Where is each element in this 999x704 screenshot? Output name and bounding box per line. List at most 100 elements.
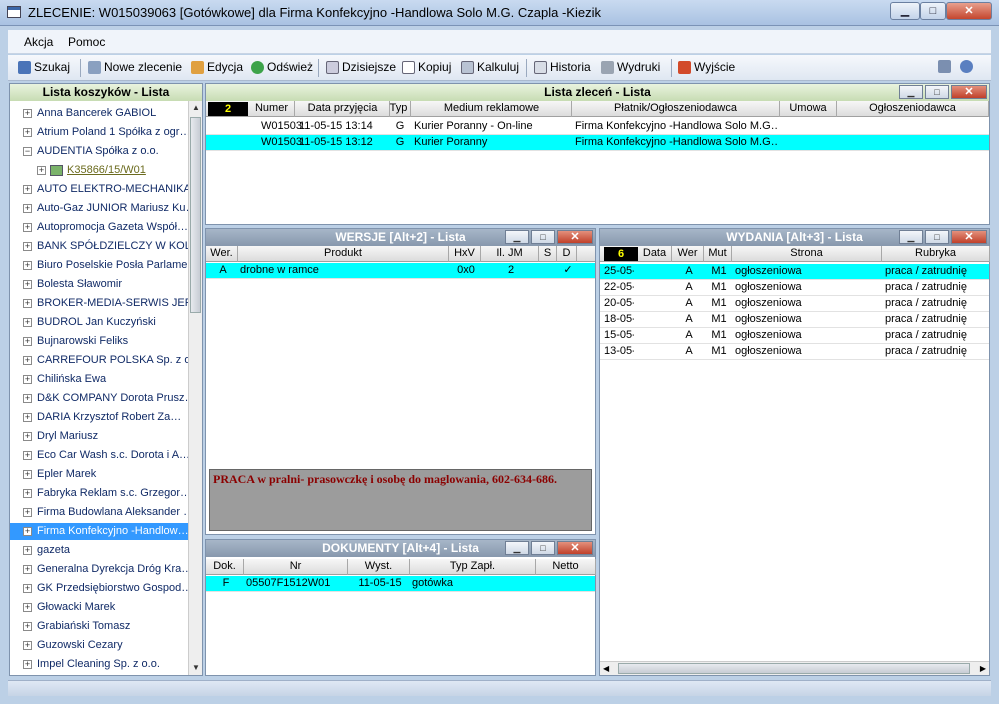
column-header[interactable]: S [539, 246, 557, 262]
refresh-button[interactable]: Odśwież [251, 60, 313, 74]
tree-item[interactable]: + Autopromocja Gazeta Współ… [10, 219, 188, 236]
tree-item[interactable]: + GK Przedsiębiorstwo Gospod… [10, 580, 188, 597]
minimize-icon[interactable]: ▁ [899, 230, 923, 244]
issue-row[interactable]: 22-05-15(Pi) A M1 ogłoszeniowa praca / zatru… [600, 280, 989, 296]
tree-item[interactable]: + Auto-Gaz JUNIOR Mariusz Ku… [10, 200, 188, 217]
tree-item[interactable]: + Bolesta Sławomir [10, 276, 188, 293]
tree-scrollbar[interactable]: ▲ ▼ [188, 101, 202, 675]
exit-button[interactable]: Wyjście [678, 60, 735, 74]
expand-toggle-icon[interactable]: + [23, 299, 32, 308]
maximize-button[interactable]: □ [920, 2, 946, 20]
expand-toggle-icon[interactable]: + [23, 546, 32, 555]
column-header[interactable]: Wyst. [348, 559, 410, 575]
expand-toggle-icon[interactable]: + [23, 508, 32, 517]
column-header[interactable]: Produkt [238, 246, 449, 262]
tree-item[interactable]: + Fabryka Reklam s.c. Grzegor… [10, 485, 188, 502]
calculate-button[interactable]: Kalkuluj [461, 60, 519, 74]
ad-text-box[interactable]: PRACA w pralni- prasowczkę i osobę do ma… [209, 469, 592, 531]
tree-item[interactable]: + Chilińska Ewa [10, 371, 188, 388]
tree-item[interactable]: + AUTO ELEKTRO-MECHANIKA… [10, 181, 188, 198]
menu-pomoc[interactable]: Pomoc [68, 35, 105, 49]
tree-item[interactable]: + Firma Konfekcyjno -Handlow… [10, 523, 188, 540]
close-icon[interactable]: ✕ [951, 230, 987, 244]
column-header[interactable]: Numer [249, 101, 295, 117]
expand-toggle-icon[interactable]: + [23, 489, 32, 498]
column-header[interactable]: HxV [449, 246, 481, 262]
tree-item[interactable]: − AUDENTIA Spółka z o.o. [10, 143, 188, 160]
close-button[interactable]: ✕ [946, 2, 992, 20]
scroll-right-icon[interactable]: ▶ [980, 662, 986, 675]
edit-button[interactable]: Edycja [191, 60, 243, 74]
minimize-icon[interactable]: ▁ [505, 541, 529, 555]
column-header[interactable]: Nr [244, 559, 348, 575]
print-button[interactable]: Wydruki [601, 60, 660, 74]
minimize-icon[interactable]: ▁ [899, 85, 923, 99]
expand-toggle-icon[interactable]: + [23, 223, 32, 232]
expand-toggle-icon[interactable]: + [23, 584, 32, 593]
column-header[interactable]: Il. JM [481, 246, 539, 262]
tree-item[interactable]: + Atrium Poland 1 Spółka z ogr… [10, 124, 188, 141]
close-icon[interactable]: ✕ [557, 541, 593, 555]
tree-item[interactable]: + BUDROL Jan Kuczyński [10, 314, 188, 331]
expand-toggle-icon[interactable]: + [23, 413, 32, 422]
order-row[interactable]: W01503906511-05-15 13:14 G Kurier Poranny … [206, 119, 989, 135]
tree-item[interactable]: + DARIA Krzysztof Robert Za… [10, 409, 188, 426]
scroll-down-icon[interactable]: ▼ [189, 661, 203, 675]
expand-toggle-icon[interactable]: + [23, 565, 32, 574]
tree-item[interactable]: + Anna Bancerek GABIOL [10, 105, 188, 122]
order-row[interactable]: W01503906311-05-15 13:12 G Kurier Poranny F… [206, 135, 989, 151]
issue-row[interactable]: 13-05-15(Śr) A M1 ogłoszeniowa praca / zatru… [600, 344, 989, 360]
column-header[interactable]: Ogłoszeniodawca [837, 101, 989, 117]
issue-row[interactable]: 20-05-15(Śr) A M1 ogłoszeniowa praca / zatru… [600, 296, 989, 312]
tree-item[interactable]: + Dryl Mariusz [10, 428, 188, 445]
column-header[interactable]: Typ [387, 101, 411, 117]
expand-toggle-icon[interactable]: + [23, 356, 32, 365]
scroll-up-icon[interactable]: ▲ [189, 101, 203, 115]
tree-item[interactable]: + Firma Budowlana Aleksander … [10, 504, 188, 521]
copy-button[interactable]: Kopiuj [402, 60, 451, 74]
tree-item[interactable]: + Eco Car Wash s.c. Dorota i A… [10, 447, 188, 464]
expand-toggle-icon[interactable]: + [23, 318, 32, 327]
expand-toggle-icon[interactable]: + [23, 337, 32, 346]
tree-item[interactable]: + Bujnarowski Feliks [10, 333, 188, 350]
expand-toggle-icon[interactable]: + [23, 204, 32, 213]
scroll-left-icon[interactable]: ◀ [603, 662, 609, 675]
tree-item[interactable]: + Grabiański Tomasz [10, 618, 188, 635]
settings-button[interactable] [938, 60, 951, 73]
column-header[interactable]: Wer. [206, 246, 238, 262]
scroll-thumb[interactable] [190, 117, 201, 313]
tree-item[interactable]: + CARREFOUR POLSKA Sp. z o… [10, 352, 188, 369]
version-row[interactable]: Adrobne w ramce 0x0 2 ✓ [206, 263, 595, 279]
tree-item[interactable]: + Głowacki Marek [10, 599, 188, 616]
expand-toggle-icon[interactable]: + [23, 660, 32, 669]
tree-item[interactable]: + D&K COMPANY Dorota Prusz… [10, 390, 188, 407]
column-header[interactable]: Netto [536, 559, 596, 575]
column-header[interactable]: Typ Zapł. [410, 559, 536, 575]
undo-button[interactable] [960, 60, 973, 73]
minimize-icon[interactable]: ▁ [505, 230, 529, 244]
restore-icon[interactable]: □ [531, 230, 555, 244]
expand-toggle-icon[interactable]: + [23, 109, 32, 118]
column-header[interactable]: Data przyjęcia [296, 101, 390, 117]
column-header[interactable]: Płatnik/Ogłoszeniodawca [572, 101, 780, 117]
new-order-button[interactable]: Nowe zlecenie [88, 60, 182, 74]
tree-item[interactable]: + gazeta [10, 542, 188, 559]
column-header[interactable]: Dok. [206, 559, 244, 575]
expand-toggle-icon[interactable]: + [23, 375, 32, 384]
column-header[interactable]: Medium reklamowe [412, 101, 572, 117]
expand-toggle-icon[interactable]: + [23, 280, 32, 289]
column-header[interactable]: D [557, 246, 577, 262]
column-header[interactable]: Mut [704, 246, 732, 262]
restore-icon[interactable]: □ [531, 541, 555, 555]
issue-row[interactable]: 15-05-15(Pi) A M1 ogłoszeniowa praca / zatru… [600, 328, 989, 344]
expand-toggle-icon[interactable]: + [37, 166, 46, 175]
expand-toggle-icon[interactable]: + [23, 242, 32, 251]
today-button[interactable]: Dzisiejsze [326, 60, 396, 74]
column-header[interactable]: Umowa [780, 101, 837, 117]
minimize-button[interactable]: ▁ [890, 2, 920, 20]
column-header[interactable]: Strona [732, 246, 882, 262]
close-icon[interactable]: ✕ [557, 230, 593, 244]
search-button[interactable]: Szukaj [18, 60, 70, 74]
column-header[interactable]: Rubryka [882, 246, 990, 262]
expand-toggle-icon[interactable]: + [23, 527, 32, 536]
